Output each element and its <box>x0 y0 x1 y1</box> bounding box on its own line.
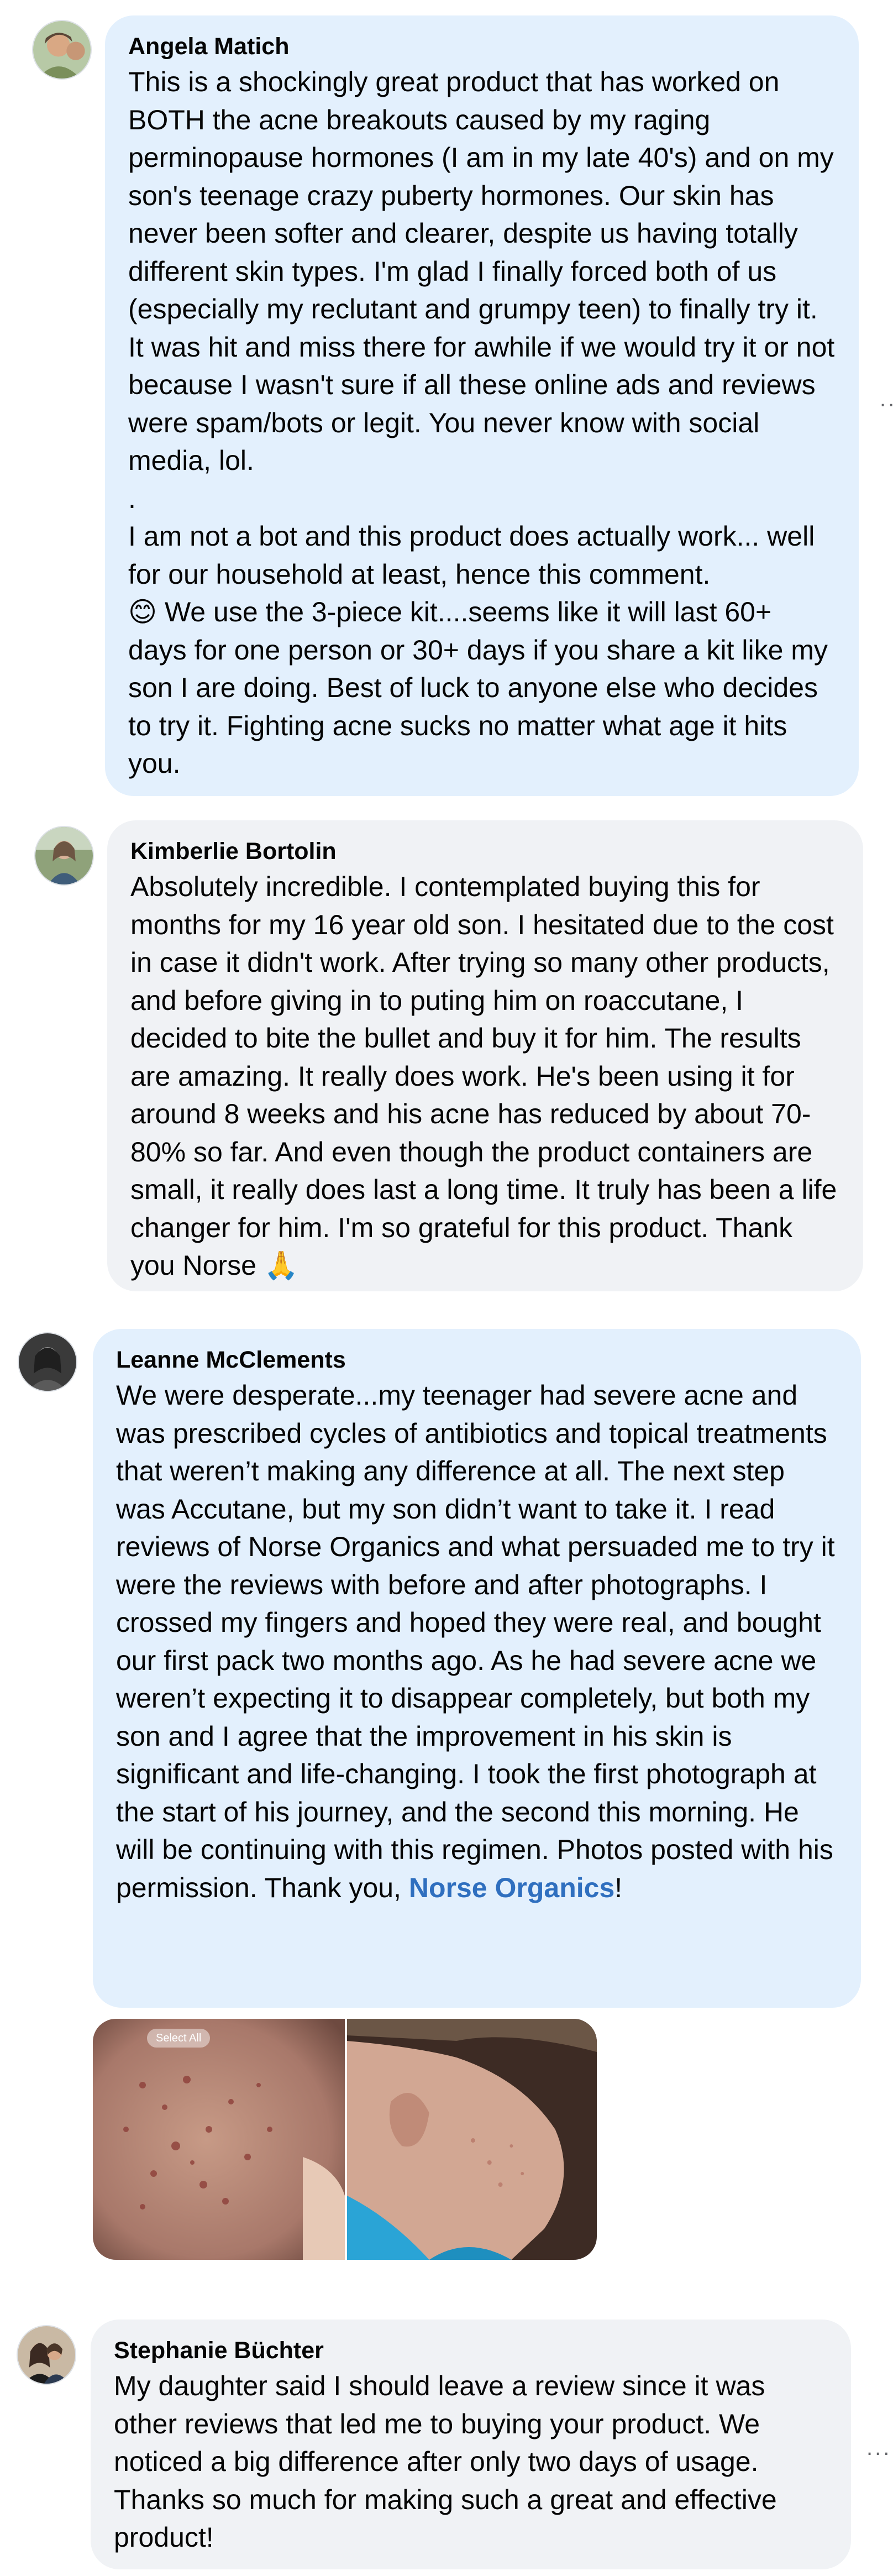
select-all-chip: Select All <box>147 2029 211 2048</box>
after-photo[interactable] <box>345 2019 597 2260</box>
comment-bubble: Kimberlie Bortolin Absolutely incredible… <box>107 820 863 1291</box>
comment-author[interactable]: Kimberlie Bortolin <box>130 836 840 867</box>
avatar-photo <box>35 827 93 884</box>
comment-text: We were desperate...my teenager had seve… <box>116 1380 835 1903</box>
avatar-photo <box>18 2326 75 2384</box>
page-mention-link[interactable]: Norse Organics <box>409 1872 614 1903</box>
comment-options-button[interactable]: ... <box>866 2437 891 2459</box>
avatar-photo <box>19 1333 76 1391</box>
comment-bubble: Stephanie Büchter My daughter said I sho… <box>91 2320 851 2569</box>
pray-emoji-icon: 🙏 <box>264 1250 299 1281</box>
avatar-kimberlie-bortolin[interactable] <box>34 826 94 886</box>
comment-author[interactable]: Angela Matich <box>128 31 836 62</box>
avatar-stephanie-buchter[interactable] <box>17 2325 76 2385</box>
comment-bubble: Angela Matich This is a shockingly great… <box>105 15 859 796</box>
comment-text: Absolutely incredible. I contemplated bu… <box>130 871 837 1281</box>
comment-text: This is a shockingly great product that … <box>128 66 835 779</box>
comment-bubble: Leanne McClements We were desperate...my… <box>93 1329 861 2008</box>
comment-options-button[interactable]: ... <box>880 388 893 410</box>
comment-photo-attachment[interactable]: Select All <box>93 2019 597 2260</box>
avatar-photo <box>33 21 91 78</box>
comment-author[interactable]: Stephanie Büchter <box>114 2335 828 2366</box>
avatar-angela-matich[interactable] <box>32 20 92 80</box>
smile-emoji-icon: 😊 <box>128 596 157 627</box>
comment-text: My daughter said I should leave a review… <box>114 2370 777 2553</box>
comment-author[interactable]: Leanne McClements <box>116 1344 838 1375</box>
before-photo[interactable]: Select All <box>93 2019 345 2260</box>
avatar-leanne-mcclements[interactable] <box>18 1332 77 1392</box>
